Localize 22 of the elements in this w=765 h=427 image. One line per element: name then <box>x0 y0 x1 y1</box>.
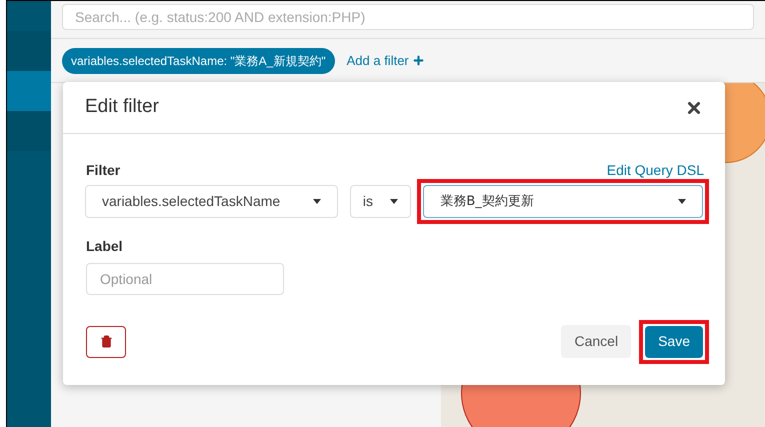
label-input[interactable]: Optional <box>86 263 284 295</box>
value-select[interactable]: 業務B_契約更新 <box>423 185 703 218</box>
caret-icon <box>678 199 686 204</box>
caret-icon <box>312 199 321 204</box>
edit-query-dsl-link[interactable]: Edit Query DSL <box>606 160 704 181</box>
search-field[interactable]: Search... (e.g. status:200 AND extension:PHP) <box>62 4 754 30</box>
cancel-button[interactable]: Cancel <box>561 325 632 358</box>
add-filter-link[interactable]: Add a filter <box>346 50 425 70</box>
sidebar-item[interactable] <box>7 31 51 71</box>
field-select[interactable]: variables.selectedTaskName <box>85 185 338 218</box>
operator-select[interactable]: is <box>350 185 412 218</box>
filter-pill[interactable]: variables.selectedTaskName: "業務A_新規契約" <box>62 48 335 74</box>
sidebar-item[interactable] <box>7 111 51 151</box>
label-label: Label <box>85 237 124 256</box>
delete-button[interactable] <box>86 326 126 358</box>
caret-icon <box>390 199 398 204</box>
dialog-title: Edit filter <box>85 95 159 120</box>
sidebar-item[interactable] <box>7 71 51 111</box>
save-button[interactable]: Save <box>645 326 703 358</box>
plus-icon <box>412 54 425 67</box>
trash-icon <box>100 335 112 348</box>
filter-label: Filter <box>86 161 120 180</box>
